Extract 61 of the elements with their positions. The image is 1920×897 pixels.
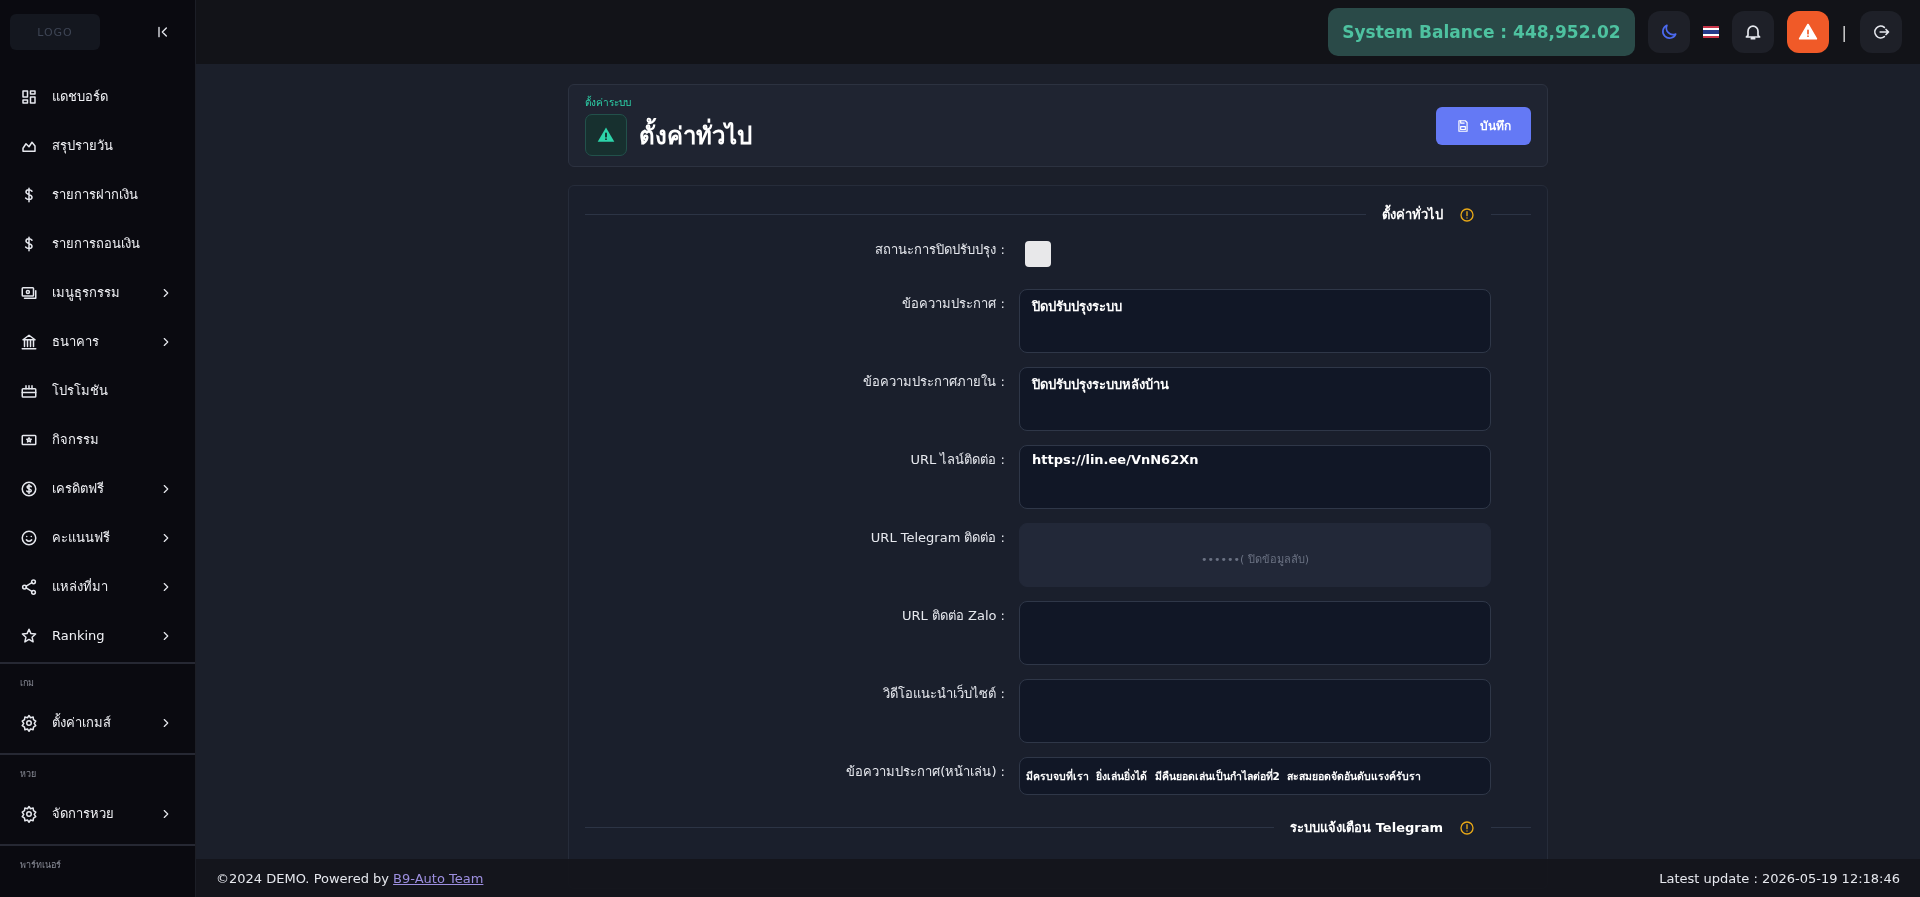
star-icon xyxy=(20,626,38,645)
sidebar-item[interactable]: จัดการหวย xyxy=(0,789,195,838)
text-area[interactable]: https://lin.ee/VnN62Xn xyxy=(1019,445,1491,509)
section-heading: หวย xyxy=(19,768,37,781)
sidebar-item[interactable]: Ranking xyxy=(0,611,195,660)
sidebar-item[interactable]: โปรโมชัน xyxy=(0,366,195,415)
sidebar-item[interactable]: ธนาคาร xyxy=(0,317,195,366)
text-area[interactable]: ปิดปรับปรุงระบบ xyxy=(1019,289,1491,353)
sidebar-item[interactable]: แดชบอร์ด xyxy=(0,72,195,121)
secret-field[interactable]: ••••••( ปิดข้อมูลลับ) xyxy=(1019,523,1491,587)
sidebar-item[interactable]: สรุปรายวัน xyxy=(0,121,195,170)
language-button[interactable] xyxy=(1702,26,1719,38)
section-title: ตั้งค่าทั่วไป xyxy=(1382,204,1443,225)
field-label: สถานะการปิดปรับปรุง : xyxy=(874,241,1005,260)
last-update-text: Latest update : 2026-05-19 12:18:46 xyxy=(1659,870,1900,886)
gear-icon xyxy=(20,804,38,823)
share-icon xyxy=(20,577,38,596)
section-title: ระบบแจ้งเตือน Telegram xyxy=(1290,819,1443,837)
flag-icon xyxy=(1702,26,1719,38)
warning-icon xyxy=(1797,22,1818,42)
logout-icon xyxy=(1871,22,1891,42)
sidebar-item[interactable]: รายการฝากเงิน xyxy=(0,170,195,219)
bank-icon xyxy=(20,332,38,351)
section-heading: พาร์ทเนอร์ xyxy=(19,859,62,872)
balance-badge: System Balance : 448,952.02 xyxy=(1328,8,1635,56)
page-title: ตั้งค่าทั่วไป xyxy=(639,115,752,155)
floppy-icon xyxy=(1456,118,1470,133)
field-label: URL Telegram ติดต่อ : xyxy=(869,529,1005,547)
warning-icon xyxy=(585,114,627,156)
grid-icon xyxy=(20,87,38,106)
sidebar-item[interactable]: ตั้งค่าเกมส์ xyxy=(0,698,195,747)
maintenance-checkbox[interactable] xyxy=(1025,241,1051,267)
sidebar-item[interactable]: แหล่งที่มา xyxy=(0,562,195,611)
separator: | xyxy=(1841,22,1847,42)
input-field[interactable]: มีครบจบที่เรา ยิ่งเล่นยิ่งได้ มีคืนยอดเล่นเป็นกำไลต่อที่2 สะสมยอดจัดอันดับแรงค์รับรา xyxy=(1019,757,1491,795)
notification-button[interactable] xyxy=(1731,11,1774,53)
copyright-text: ©2024 DEMO. Powered by B9-Auto Team xyxy=(216,870,484,886)
section-heading: เกม xyxy=(19,677,35,690)
sidebar-item[interactable]: กิจกรรม xyxy=(0,415,195,464)
sidebar-item[interactable]: คะแนนฟรี xyxy=(0,513,195,562)
coin-icon xyxy=(20,479,38,498)
field-label: URL ติดต่อ Zalo : xyxy=(901,607,1005,625)
gear-icon xyxy=(20,713,38,732)
sidebar-item[interactable]: เครดิตฟรี xyxy=(0,464,195,513)
team-link[interactable]: B9-Auto Team xyxy=(393,870,484,886)
alert-button[interactable] xyxy=(1786,11,1829,53)
field-label: ข้อความประกาศ : xyxy=(901,295,1005,313)
field-label: ข้อความประกาศภายใน : xyxy=(862,373,1005,391)
smiley-icon xyxy=(20,528,38,547)
info-icon xyxy=(1459,819,1475,836)
text-area[interactable]: ปิดปรับปรุงระบบหลังบ้าน xyxy=(1019,367,1491,431)
info-icon xyxy=(1459,206,1475,223)
theme-button[interactable] xyxy=(1647,11,1690,53)
save-button[interactable]: บันทึก xyxy=(1436,106,1531,145)
logout-button[interactable] xyxy=(1860,11,1902,53)
sidebar-item[interactable]: เมนูธุรกรรม xyxy=(0,268,195,317)
field-label: URL ไลน์ติดต่อ : xyxy=(909,451,1005,469)
field-label: ข้อความประกาศ(หน้าเล่น) : xyxy=(845,763,1005,781)
sidebar-item[interactable]: รายการถอนเงิน xyxy=(0,219,195,268)
breadcrumb: ตั้งค่าระบบ xyxy=(585,95,632,110)
field-label: วิดีโอแนะนำเว็บไซต์ : xyxy=(882,683,1005,703)
